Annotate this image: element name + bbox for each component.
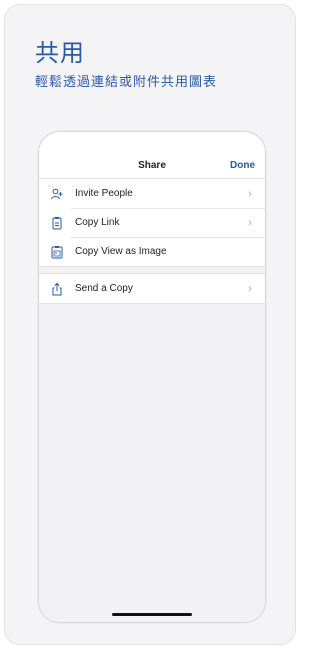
promo-frame: 共用 輕鬆透過連結或附件共用圖表 Share Done Invite Peopl… — [4, 4, 296, 645]
copy-link-row[interactable]: Copy Link › — [39, 208, 265, 237]
copy-view-as-image-row[interactable]: Copy View as Image — [39, 237, 265, 266]
share-icon — [49, 281, 65, 297]
home-indicator — [112, 613, 192, 616]
image-clipboard-icon — [49, 244, 65, 260]
chevron-right-icon: › — [248, 216, 252, 229]
copy-link-label: Copy Link — [75, 217, 120, 228]
invite-people-row[interactable]: Invite People › — [39, 179, 265, 208]
done-button[interactable]: Done — [230, 160, 255, 171]
copy-view-as-image-label: Copy View as Image — [75, 246, 167, 257]
share-group-primary: Invite People › Copy Link › Copy View as… — [39, 179, 265, 267]
share-options-list: Invite People › Copy Link › Copy View as… — [39, 179, 265, 622]
person-add-icon — [49, 186, 65, 202]
share-group-secondary: Send a Copy › — [39, 273, 265, 304]
clipboard-icon — [49, 215, 65, 231]
chevron-right-icon: › — [248, 187, 252, 200]
phone-screen: Share Done Invite People › Copy Link › C… — [38, 131, 266, 623]
promo-subline: 輕鬆透過連結或附件共用圖表 — [35, 75, 218, 90]
share-nav-bar: Share Done — [39, 132, 265, 179]
chevron-right-icon: › — [248, 282, 252, 295]
promo-headline: 共用 — [35, 39, 85, 67]
send-a-copy-row[interactable]: Send a Copy › — [39, 274, 265, 303]
send-a-copy-label: Send a Copy — [75, 283, 133, 294]
invite-people-label: Invite People — [75, 188, 133, 199]
